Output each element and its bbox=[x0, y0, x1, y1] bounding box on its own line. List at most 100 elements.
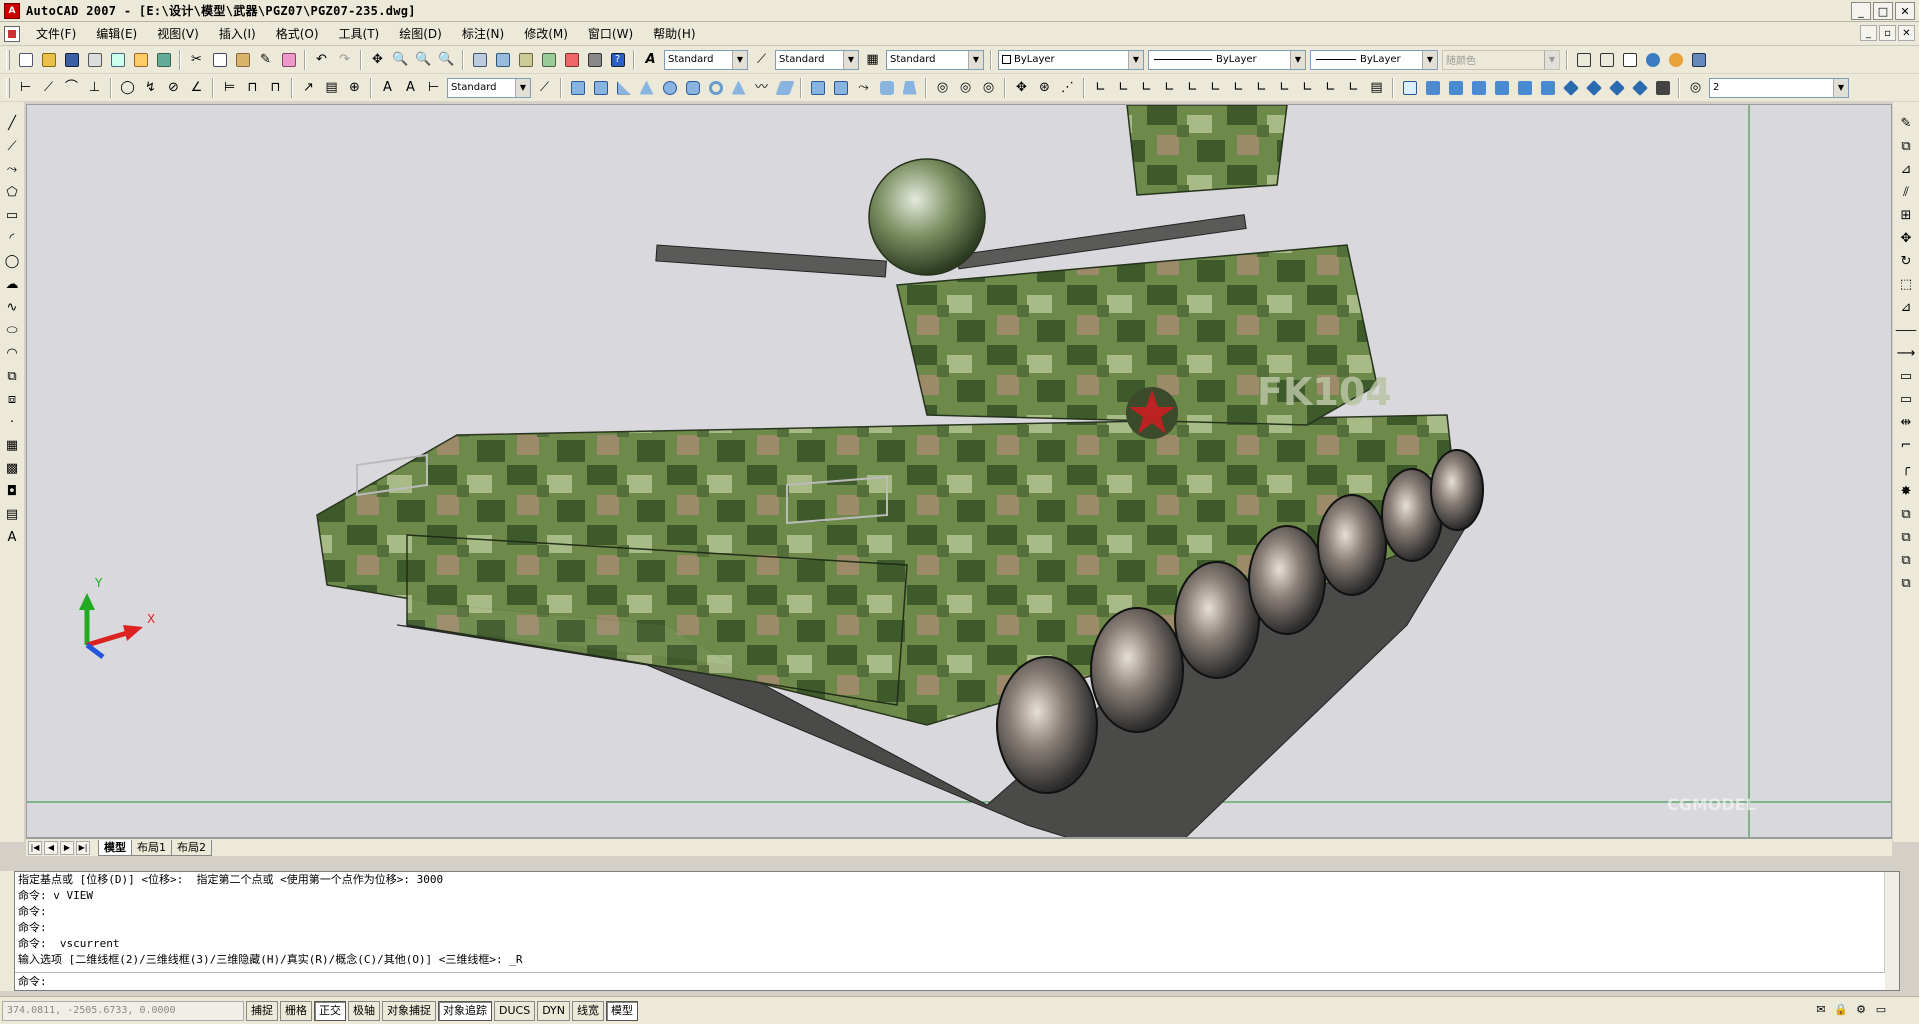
tool-palettes-icon[interactable] bbox=[515, 49, 536, 70]
command-input[interactable]: 命令: bbox=[15, 972, 1885, 990]
copy-object-icon[interactable]: ⧉ bbox=[1896, 136, 1917, 157]
realistic-icon[interactable] bbox=[1642, 49, 1663, 70]
revision-cloud-icon[interactable]: ☁ bbox=[2, 274, 23, 295]
chamfer-icon[interactable]: ⌐ bbox=[1896, 435, 1917, 456]
tab-layout1[interactable]: 布局1 bbox=[131, 839, 172, 856]
region-icon[interactable]: ◘ bbox=[2, 481, 23, 502]
torus-icon[interactable] bbox=[705, 77, 726, 98]
match-properties-icon[interactable]: ✎ bbox=[255, 49, 276, 70]
linetype-combo[interactable]: ByLayer ▼ bbox=[1148, 49, 1306, 70]
doc-restore-button[interactable]: ▫ bbox=[1879, 25, 1896, 41]
chevron-down-icon[interactable]: ▼ bbox=[1290, 50, 1305, 69]
table-style-combo[interactable]: Standard ▼ bbox=[886, 49, 984, 70]
revolve-icon[interactable] bbox=[876, 77, 897, 98]
sw-iso-icon[interactable] bbox=[1560, 77, 1581, 98]
circle-icon[interactable]: ◯ bbox=[2, 251, 23, 272]
conceptual-icon[interactable] bbox=[1665, 49, 1686, 70]
first-tab-button[interactable]: |◀ bbox=[28, 840, 42, 855]
ordinate-dimension-icon[interactable]: ⊥ bbox=[84, 77, 105, 98]
status-toggle-button[interactable]: DYN bbox=[537, 1000, 571, 1021]
redo-icon[interactable]: ↷ bbox=[334, 49, 355, 70]
gradient-icon[interactable]: ▩ bbox=[2, 458, 23, 479]
menu-draw[interactable]: 绘图(D) bbox=[389, 23, 452, 45]
zoom-window-icon[interactable]: 🔍 bbox=[413, 49, 434, 70]
extend-icon[interactable]: ⟶ bbox=[1896, 343, 1917, 364]
communication-center-icon[interactable]: ✉ bbox=[1813, 1001, 1829, 1017]
lock-icon[interactable]: 🔒 bbox=[1833, 1001, 1849, 1017]
bring-above-icon[interactable]: ⧉ bbox=[1896, 550, 1917, 571]
save-icon[interactable] bbox=[61, 49, 82, 70]
draw-order-front-icon[interactable]: ⧉ bbox=[1896, 504, 1917, 525]
close-button[interactable]: ✕ bbox=[1895, 2, 1915, 20]
status-toggle-button[interactable]: 线宽 bbox=[572, 1000, 605, 1021]
status-toggle-button[interactable]: 栅格 bbox=[280, 1000, 312, 1021]
menu-tools[interactable]: 工具(T) bbox=[329, 23, 390, 45]
tolerance-icon[interactable]: ▤ bbox=[321, 77, 342, 98]
explode-icon[interactable]: ✸ bbox=[1896, 481, 1917, 502]
toolbar-grip[interactable] bbox=[6, 77, 10, 98]
sheet-set-icon[interactable] bbox=[538, 49, 559, 70]
3d-move-icon[interactable]: ✥ bbox=[1011, 77, 1032, 98]
wedge-icon[interactable] bbox=[613, 77, 634, 98]
intersect-icon[interactable]: ◎ bbox=[978, 77, 999, 98]
ucs-face-icon[interactable]: ∟ bbox=[1159, 77, 1180, 98]
pan-icon[interactable]: ✥ bbox=[367, 49, 388, 70]
prev-tab-button[interactable]: ◀ bbox=[44, 840, 58, 855]
zoom-realtime-icon[interactable]: 🔍 bbox=[390, 49, 411, 70]
autocad-app-icon[interactable]: A bbox=[4, 2, 20, 19]
paste-icon[interactable] bbox=[232, 49, 253, 70]
subtract-icon[interactable]: ◎ bbox=[955, 77, 976, 98]
linear-dimension-icon[interactable]: ⊢ bbox=[15, 77, 36, 98]
status-toggle-button[interactable]: 对象追踪 bbox=[438, 1000, 492, 1021]
polyline-icon[interactable]: ⤳ bbox=[2, 159, 23, 180]
chevron-down-icon[interactable]: ▼ bbox=[1833, 78, 1848, 97]
block-editor-icon[interactable] bbox=[278, 49, 299, 70]
menu-file[interactable]: 文件(F) bbox=[26, 23, 86, 45]
menu-edit[interactable]: 编辑(E) bbox=[86, 23, 147, 45]
toolbar-grip[interactable] bbox=[6, 49, 10, 70]
ne-iso-icon[interactable] bbox=[1606, 77, 1627, 98]
calculator-icon[interactable] bbox=[584, 49, 605, 70]
lineweight-combo[interactable]: ByLayer ▼ bbox=[1310, 49, 1438, 70]
back-view-icon[interactable] bbox=[1537, 77, 1558, 98]
publish-icon[interactable] bbox=[130, 49, 151, 70]
se-iso-icon[interactable] bbox=[1583, 77, 1604, 98]
text-style-combo[interactable]: Standard ▼ bbox=[664, 49, 748, 70]
fillet-icon[interactable]: ╭ bbox=[1896, 458, 1917, 479]
properties-icon[interactable] bbox=[469, 49, 490, 70]
ucs-apply-icon[interactable]: ▤ bbox=[1366, 77, 1387, 98]
maximize-button[interactable]: □ bbox=[1873, 2, 1893, 20]
angular-dimension-icon[interactable]: ∠ bbox=[186, 77, 207, 98]
status-toggle-button[interactable]: 对象捕捉 bbox=[382, 1000, 436, 1021]
ellipse-arc-icon[interactable]: ◠ bbox=[2, 343, 23, 364]
stretch-icon[interactable]: ⊿ bbox=[1896, 297, 1917, 318]
quick-leader-icon[interactable]: ↗ bbox=[298, 77, 319, 98]
status-toggle-button[interactable]: 模型 bbox=[606, 1000, 639, 1021]
center-mark-icon[interactable]: ⊕ bbox=[344, 77, 365, 98]
dimension-style-icon[interactable]: ⟋ bbox=[534, 77, 555, 98]
helix-icon[interactable]: 〰 bbox=[751, 77, 772, 98]
left-view-icon[interactable] bbox=[1468, 77, 1489, 98]
arc-icon[interactable]: ◜ bbox=[2, 228, 23, 249]
open-file-icon[interactable] bbox=[38, 49, 59, 70]
ucs-y-icon[interactable]: ∟ bbox=[1320, 77, 1341, 98]
chevron-down-icon[interactable]: ▼ bbox=[1128, 50, 1143, 69]
draw-order-back-icon[interactable]: ⧉ bbox=[1896, 527, 1917, 548]
rotate-icon[interactable]: ↻ bbox=[1896, 251, 1917, 272]
named-views-icon[interactable] bbox=[1399, 77, 1420, 98]
last-tab-button[interactable]: ▶| bbox=[76, 840, 90, 855]
offset-icon[interactable]: ⫽ bbox=[1896, 182, 1917, 203]
continue-dimension-icon[interactable]: ⊓ bbox=[265, 77, 286, 98]
dimension-text-edit-icon[interactable]: A bbox=[400, 77, 421, 98]
tab-model[interactable]: 模型 bbox=[98, 839, 132, 856]
menu-format[interactable]: 格式(O) bbox=[266, 23, 329, 45]
ucs-world-icon[interactable]: ∟ bbox=[1113, 77, 1134, 98]
dimension-update-icon[interactable]: ⊢ bbox=[423, 77, 444, 98]
ucs-icon[interactable]: ∟ bbox=[1090, 77, 1111, 98]
dimension-edit-icon[interactable]: A bbox=[377, 77, 398, 98]
bottom-view-icon[interactable] bbox=[1445, 77, 1466, 98]
menu-dimension[interactable]: 标注(N) bbox=[452, 23, 514, 45]
status-toggle-button[interactable]: DUCS bbox=[494, 1000, 536, 1021]
command-scrollbar[interactable] bbox=[1884, 872, 1899, 990]
insert-block-icon[interactable]: ⧉ bbox=[2, 366, 23, 387]
